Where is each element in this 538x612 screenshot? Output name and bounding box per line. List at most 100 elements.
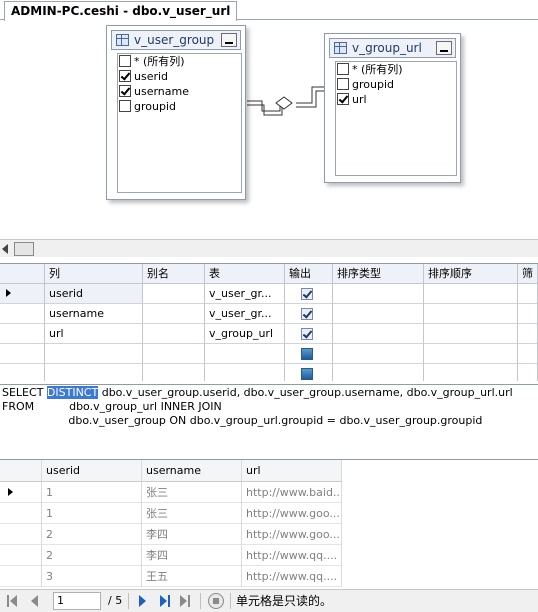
cell-username[interactable]: 李四 xyxy=(142,545,242,566)
output-checkbox[interactable] xyxy=(301,348,313,360)
header-sort-order[interactable]: 排序顺序 xyxy=(424,264,518,284)
table-v-group-url[interactable]: v_group_url * (所有列) groupid url xyxy=(324,33,461,183)
cell-output[interactable] xyxy=(285,364,333,381)
column-row[interactable]: username xyxy=(118,84,241,99)
cell-sort-type[interactable] xyxy=(333,344,424,364)
cell-alias[interactable] xyxy=(143,364,205,381)
cell-filter[interactable] xyxy=(518,344,538,364)
row-selector[interactable] xyxy=(0,524,42,545)
results-row[interactable]: 1 张三 http://www.goo... xyxy=(0,503,342,524)
cell-sort-order[interactable] xyxy=(424,284,518,304)
first-record-icon[interactable] xyxy=(6,594,20,608)
stop-icon[interactable] xyxy=(208,593,224,609)
cell-output[interactable] xyxy=(285,284,333,304)
cell-alias[interactable] xyxy=(143,284,205,304)
cell-username[interactable]: 张三 xyxy=(142,482,242,503)
header-filter[interactable]: 筛 xyxy=(518,264,538,284)
header-sort-type[interactable]: 排序类型 xyxy=(333,264,424,284)
minimize-button[interactable] xyxy=(221,33,237,47)
scroll-left-arrow-icon[interactable] xyxy=(2,244,8,254)
scroll-thumb[interactable] xyxy=(14,242,34,256)
table-header[interactable]: v_user_group xyxy=(111,30,241,50)
output-checkbox[interactable] xyxy=(301,328,313,340)
cell-sort-order[interactable] xyxy=(424,324,518,344)
output-checkbox[interactable] xyxy=(301,288,313,300)
next-record-icon[interactable] xyxy=(136,594,150,608)
cell-username[interactable]: 张三 xyxy=(142,503,242,524)
cell-url[interactable]: http://www.goo... xyxy=(242,524,342,545)
row-selector[interactable] xyxy=(0,304,45,324)
row-selector[interactable] xyxy=(0,566,42,587)
column-row[interactable]: userid xyxy=(118,69,241,84)
cell-sort-order[interactable] xyxy=(424,304,518,324)
cell-userid[interactable]: 3 xyxy=(42,566,142,587)
results-row[interactable]: 1 张三 http://www.baid... xyxy=(0,482,342,503)
cell-table[interactable] xyxy=(205,344,285,364)
header-userid[interactable]: userid xyxy=(42,460,142,481)
document-tab[interactable]: ADMIN-PC.ceshi - dbo.v_user_url xyxy=(4,1,238,21)
header-column[interactable]: 列 xyxy=(45,264,143,284)
header-table[interactable]: 表 xyxy=(205,264,285,284)
cell-column[interactable] xyxy=(45,344,143,364)
criteria-row[interactable]: userid v_user_gr... xyxy=(0,284,538,304)
cell-output[interactable] xyxy=(285,344,333,364)
row-selector[interactable] xyxy=(0,324,45,344)
criteria-row[interactable]: username v_user_gr... xyxy=(0,304,538,324)
cell-table[interactable] xyxy=(205,364,285,381)
column-checkbox[interactable] xyxy=(337,78,349,90)
cell-url[interactable]: http://www.qq.... xyxy=(242,545,342,566)
row-selector[interactable] xyxy=(0,503,42,524)
cell-url[interactable]: http://www.baid... xyxy=(242,482,342,503)
column-checkbox[interactable] xyxy=(119,85,131,97)
minimize-button[interactable] xyxy=(436,41,452,55)
cell-sort-order[interactable] xyxy=(424,344,518,364)
table-header[interactable]: v_group_url xyxy=(329,38,456,58)
column-row[interactable]: url xyxy=(336,92,456,107)
cell-userid[interactable]: 1 xyxy=(42,482,142,503)
column-checkbox[interactable] xyxy=(337,93,349,105)
diagram-horizontal-scrollbar[interactable] xyxy=(0,239,538,257)
previous-record-icon[interactable] xyxy=(28,594,42,608)
cell-column[interactable]: userid xyxy=(45,284,143,304)
last-record-icon[interactable] xyxy=(158,594,172,608)
column-row[interactable]: groupid xyxy=(118,99,241,114)
row-selector[interactable] xyxy=(0,284,45,304)
row-selector[interactable] xyxy=(0,545,42,566)
results-row[interactable]: 2 李四 http://www.qq.... xyxy=(0,545,342,566)
column-row[interactable]: * (所有列) xyxy=(336,62,456,77)
column-checkbox[interactable] xyxy=(119,100,131,112)
table-v-user-group[interactable]: v_user_group * (所有列) userid username gro… xyxy=(106,25,246,200)
criteria-row[interactable] xyxy=(0,344,538,364)
criteria-row[interactable] xyxy=(0,364,538,381)
column-row[interactable]: * (所有列) xyxy=(118,54,241,69)
row-selector[interactable] xyxy=(0,364,45,381)
cell-url[interactable]: http://www.qq.... xyxy=(242,566,342,587)
cell-alias[interactable] xyxy=(143,344,205,364)
cell-url[interactable]: http://www.goo... xyxy=(242,503,342,524)
cell-output[interactable] xyxy=(285,304,333,324)
cell-alias[interactable] xyxy=(143,304,205,324)
cell-column[interactable]: username xyxy=(45,304,143,324)
current-page-input[interactable]: 1 xyxy=(53,592,101,610)
criteria-row[interactable]: url v_group_url xyxy=(0,324,538,344)
column-checkbox[interactable] xyxy=(119,70,131,82)
row-selector[interactable] xyxy=(0,344,45,364)
header-username[interactable]: username xyxy=(142,460,242,481)
cell-column[interactable] xyxy=(45,364,143,381)
cell-table[interactable]: v_user_gr... xyxy=(205,304,285,324)
cell-userid[interactable]: 2 xyxy=(42,545,142,566)
output-checkbox[interactable] xyxy=(301,368,313,380)
cell-userid[interactable]: 1 xyxy=(42,503,142,524)
cell-filter[interactable] xyxy=(518,304,538,324)
cell-table[interactable]: v_user_gr... xyxy=(205,284,285,304)
header-alias[interactable]: 别名 xyxy=(143,264,205,284)
cell-sort-type[interactable] xyxy=(333,364,424,381)
cell-filter[interactable] xyxy=(518,364,538,381)
cell-sort-type[interactable] xyxy=(333,284,424,304)
output-checkbox[interactable] xyxy=(301,308,313,320)
cell-username[interactable]: 李四 xyxy=(142,524,242,545)
new-record-icon[interactable] xyxy=(180,594,194,608)
cell-sort-type[interactable] xyxy=(333,304,424,324)
sql-pane[interactable]: SELECT DISTINCT dbo.v_user_group.userid,… xyxy=(0,384,538,454)
cell-table[interactable]: v_group_url xyxy=(205,324,285,344)
